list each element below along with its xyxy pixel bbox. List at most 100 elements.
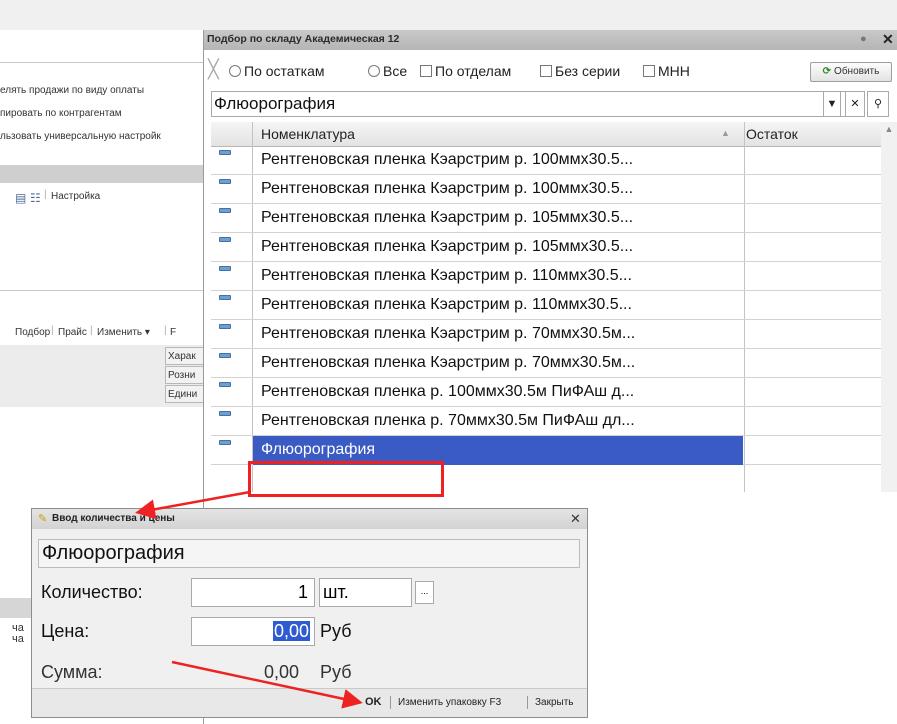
- picker-title-bar: Подбор по складу Академическая 12 ● ✕: [204, 30, 897, 50]
- refresh-icon: ⟳: [822, 66, 832, 77]
- row-name: Рентгеновская пленка р. 100ммx30.5м ПиФА…: [261, 383, 635, 400]
- scroll-up-arrow-icon[interactable]: ▲: [881, 124, 897, 134]
- dialog-title: Ввод количества и цены: [52, 513, 175, 524]
- button-separator: [390, 696, 391, 709]
- picker-title: Подбор по складу Академическая 12: [207, 33, 400, 45]
- table-row[interactable]: Рентгеновская пленка р. 100ммx30.5м ПиФА…: [211, 378, 885, 407]
- checkbox-no-series-label: Без серии: [555, 63, 621, 79]
- table-row[interactable]: Рентгеновская пленка Кэарстрим р. 110ммx…: [211, 262, 885, 291]
- sum-label: Сумма:: [41, 662, 103, 682]
- row-name: Рентгеновская пленка Кэарстрим р. 100ммx…: [261, 151, 634, 168]
- checkbox-by-department[interactable]: По отделам: [420, 63, 511, 79]
- table-row[interactable]: Рентгеновская пленка Кэарстрим р. 105ммx…: [211, 233, 885, 262]
- table-row[interactable]: Рентгеновская пленка Кэарстрим р. 70ммx3…: [211, 320, 885, 349]
- item-icon: [219, 295, 231, 300]
- divider: [0, 290, 204, 291]
- radio-icon: [229, 65, 241, 77]
- vertical-scrollbar[interactable]: [881, 122, 897, 492]
- toolbar-separator: |: [44, 189, 47, 200]
- filter-bar: ╳ По остаткам Все По отделам Без серии М…: [204, 59, 897, 84]
- table-icon[interactable]: ▤: [15, 191, 26, 205]
- radio-by-stock[interactable]: По остаткам: [229, 63, 325, 79]
- item-icon: [219, 208, 231, 213]
- table-row[interactable]: Рентгеновская пленка Кэарстрим р. 100ммx…: [211, 175, 885, 204]
- picker-button[interactable]: Подбор: [15, 327, 50, 338]
- option-group-by-counterparty[interactable]: пировать по контрагентам: [0, 108, 122, 119]
- price-value: 0,00: [272, 621, 310, 641]
- close-icon[interactable]: ✕: [570, 511, 581, 527]
- item-name-field: Флюорография: [38, 539, 580, 568]
- refresh-label: Обновить: [834, 66, 880, 77]
- toolbar-separator: |: [164, 325, 167, 336]
- sum-currency: Руб: [320, 662, 352, 682]
- toolbar-separator: |: [51, 325, 54, 336]
- table-header-area: Харак Розни Едини: [0, 345, 205, 407]
- panel-header-bar: [0, 165, 204, 183]
- option-universal-settings[interactable]: льзовать универсальную настройк: [0, 131, 161, 142]
- dropdown-arrow-icon[interactable]: ▼: [823, 91, 841, 117]
- toolbar-cut-button[interactable]: F: [170, 327, 176, 338]
- column-header[interactable]: Харак: [165, 347, 205, 365]
- quantity-input[interactable]: 1: [191, 578, 315, 607]
- table-row[interactable]: Рентгеновская пленка Кэарстрим р. 105ммx…: [211, 204, 885, 233]
- checkbox-mnn-label: МНН: [658, 63, 690, 79]
- sort-icon: ▲: [721, 128, 730, 138]
- row-name: Рентгеновская пленка Кэарстрим р. 105ммx…: [261, 209, 634, 226]
- checkbox-no-series[interactable]: Без серии: [540, 63, 620, 79]
- price-list-button[interactable]: Прайс: [58, 327, 87, 338]
- divider: [0, 62, 204, 63]
- radio-all[interactable]: Все: [368, 63, 407, 79]
- settings-button[interactable]: Настройка: [51, 191, 100, 202]
- checkbox-by-department-label: По отделам: [435, 63, 512, 79]
- price-currency: Руб: [320, 621, 352, 641]
- pin-icon[interactable]: ●: [860, 33, 867, 45]
- button-separator: [527, 696, 528, 709]
- row-name: Рентгеновская пленка Кэарстрим р. 70ммx3…: [261, 325, 636, 342]
- dialog-button-bar: OK Изменить упаковку F3 Закрыть: [32, 689, 587, 717]
- change-pack-button[interactable]: Изменить упаковку F3: [398, 697, 501, 708]
- column-header-name[interactable]: Номенклатура: [261, 126, 355, 142]
- item-icon: [219, 266, 231, 271]
- cancel-filter-icon[interactable]: ╳: [208, 59, 219, 80]
- clear-icon[interactable]: ✕: [845, 91, 865, 117]
- search-icon[interactable]: ⚲: [867, 91, 889, 117]
- row-name: Рентгеновская пленка Кэарстрим р. 105ммx…: [261, 238, 634, 255]
- column-header[interactable]: Едини: [165, 385, 205, 403]
- item-icon: [219, 237, 231, 242]
- close-button[interactable]: Закрыть: [535, 697, 574, 708]
- item-icon: [219, 440, 231, 445]
- settings-toolbar: ▤ ☷ | Настройка: [0, 186, 204, 210]
- table-row[interactable]: Рентгеновская пленка Кэарстрим р. 100ммx…: [211, 146, 885, 175]
- table-row[interactable]: Рентгеновская пленка Кэарстрим р. 110ммx…: [211, 291, 885, 320]
- quantity-price-dialog: ✎ Ввод количества и цены ✕ Флюорография …: [31, 508, 588, 718]
- unit-field[interactable]: шт.: [319, 578, 412, 607]
- toolbar-separator: |: [90, 325, 93, 336]
- column-header-rest[interactable]: Остаток: [746, 126, 798, 142]
- item-icon: [219, 353, 231, 358]
- radio-by-stock-label: По остаткам: [244, 63, 325, 79]
- search-input[interactable]: Флюорография: [211, 91, 861, 117]
- annotation-highlight-box: [248, 461, 444, 497]
- column-header[interactable]: Розни: [165, 366, 205, 384]
- checkbox-icon: [420, 65, 432, 77]
- close-icon[interactable]: ✕: [882, 31, 894, 48]
- row-name: Рентгеновская пленка Кэарстрим р. 70ммx3…: [261, 354, 636, 371]
- price-input[interactable]: 0,00: [191, 617, 315, 646]
- selected-row-name: Флюорография: [261, 441, 376, 458]
- checkbox-mnn[interactable]: МНН: [643, 63, 690, 79]
- dialog-title-bar: ✎ Ввод количества и цены ✕: [32, 509, 587, 529]
- item-icon: [219, 411, 231, 416]
- refresh-button[interactable]: ⟳ Обновить: [810, 62, 892, 82]
- table-row[interactable]: Рентгеновская пленка р. 70ммx30.5м ПиФАш…: [211, 407, 885, 436]
- background-window-top: [0, 0, 897, 30]
- option-split-sales[interactable]: елять продажи по виду оплаты: [0, 85, 144, 96]
- checklist-icon[interactable]: ☷: [30, 191, 41, 205]
- ok-button[interactable]: OK: [365, 696, 382, 708]
- table-header: Номенклатура ▲ Остаток: [211, 122, 885, 147]
- unit-select-button[interactable]: ...: [415, 581, 434, 604]
- change-button[interactable]: Изменить ▾: [97, 327, 150, 338]
- item-icon: [219, 324, 231, 329]
- radio-all-label: Все: [383, 63, 408, 79]
- table-row[interactable]: Рентгеновская пленка Кэарстрим р. 70ммx3…: [211, 349, 885, 378]
- item-icon: [219, 150, 231, 155]
